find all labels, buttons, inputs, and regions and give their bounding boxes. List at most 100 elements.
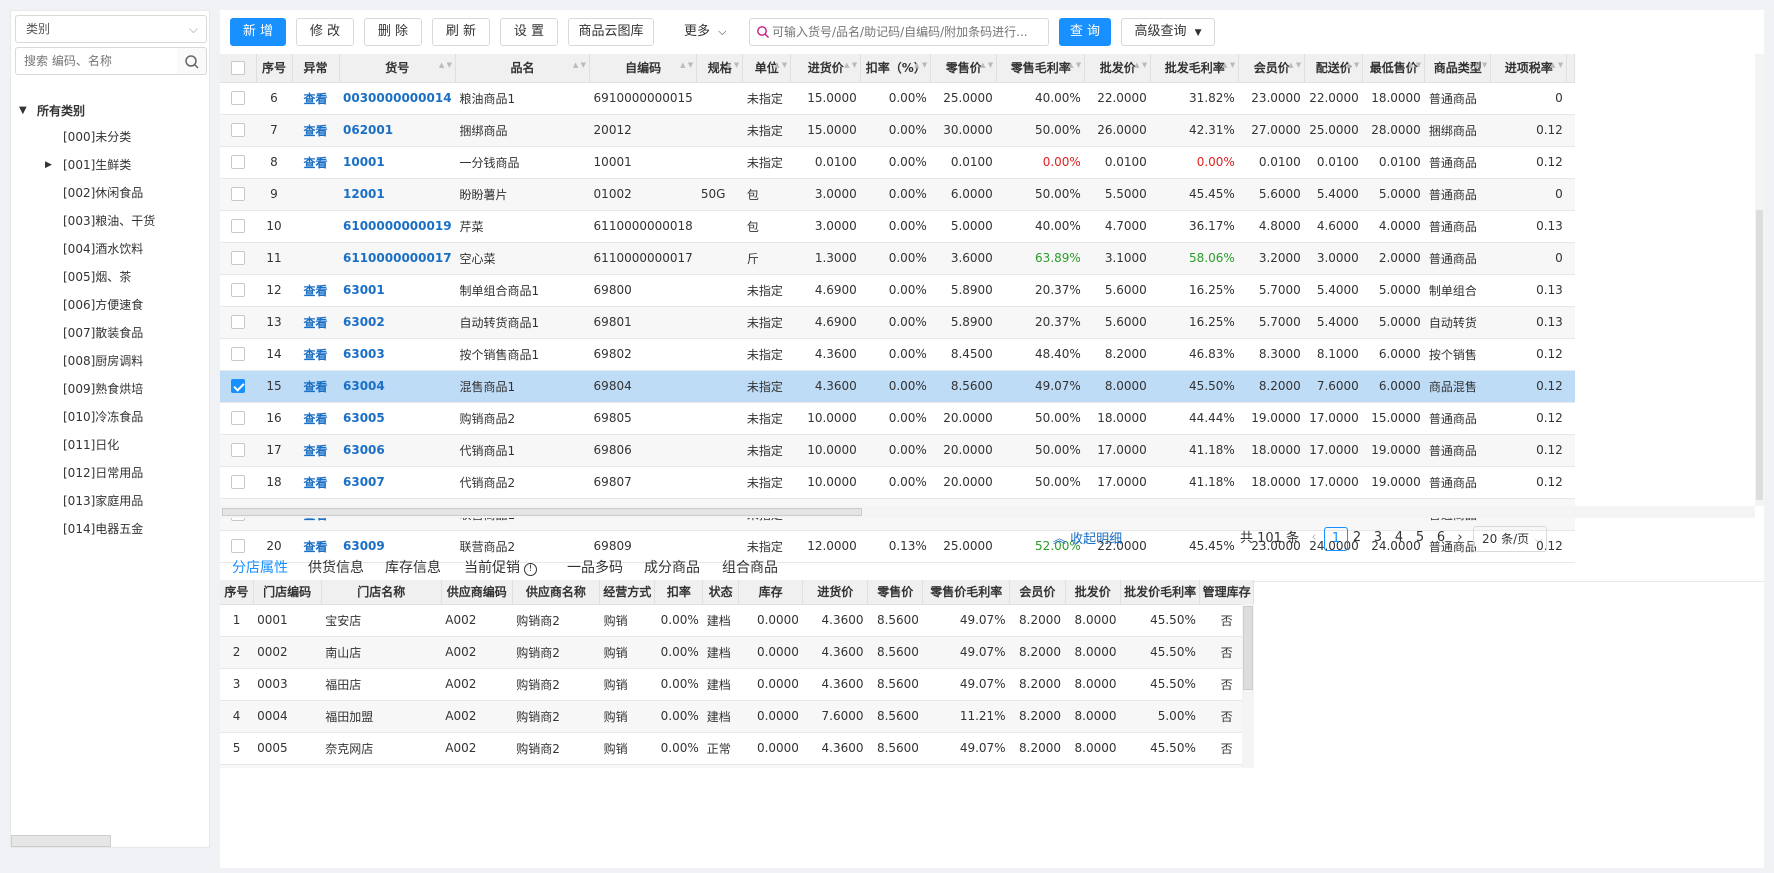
column-header[interactable]: 商品类型 ▲ ▼ [1424,54,1492,83]
category-item[interactable]: ▶ [001]生鲜类 [11,151,211,179]
product-code-link[interactable]: 63002 [339,306,456,339]
table-row[interactable]: 10 6100000000019 芹菜 6110000000018 包 3.0000 0.0… [220,210,1575,243]
view-link[interactable]: 查看 [292,370,339,403]
detail-tab[interactable]: 组合商品 [722,558,778,582]
sort-icon[interactable]: ▲ ▼ [1346,62,1359,69]
detail-row[interactable]: 1 0001 宝安店 A002 购销商2 购销 0.00% 建档 0.0000 4.3600 8.5… [220,604,1254,637]
column-header[interactable]: 零售价 ▲ ▼ [930,54,998,83]
advanced-query-button[interactable]: 高级查询 ▼ [1121,18,1215,46]
view-link[interactable]: 查看 [292,114,339,147]
row-checkbox[interactable] [231,91,245,106]
row-checkbox[interactable] [231,283,245,298]
row-checkbox[interactable] [231,251,245,266]
query-button[interactable]: 查 询 [1059,18,1111,46]
sort-icon[interactable]: ▲ ▼ [1288,62,1301,69]
sort-icon[interactable]: ▲ ▼ [680,62,693,69]
prev-page-icon[interactable]: ‹ [1302,527,1326,551]
product-code-link[interactable]: 63005 [339,402,456,435]
table-row[interactable]: 17 查看 63006 代销商品1 69806 未指定 10.0000 0.00% 20.000… [220,434,1575,467]
detail-row[interactable]: 2 0002 南山店 A002 购销商2 购销 0.00% 建档 0.0000 4.3600 8.5… [220,636,1254,669]
detail-column-header[interactable]: 序号 [220,580,254,605]
category-item[interactable]: [010]冷冻食品 [11,403,211,431]
delete-button[interactable]: 删 除 [364,18,422,46]
sort-icon[interactable]: ▲ ▼ [980,62,993,69]
table-row[interactable]: 14 查看 63003 按个销售商品1 69802 未指定 4.3600 0.00% 8.450… [220,338,1575,371]
category-item[interactable]: [013]家庭用品 [11,487,211,515]
column-header[interactable]: 自编码 ▲ ▼ [589,54,698,83]
edit-button[interactable]: 修 改 [296,18,354,46]
category-search-input[interactable] [15,47,179,75]
table-row[interactable]: 13 查看 63002 自动转货商品1 69801 未指定 4.6900 0.00% 5.890… [220,306,1575,339]
column-header[interactable]: 零售毛利率 ▲ ▼ [996,54,1086,83]
new-button[interactable]: 新 增 [230,18,286,46]
row-checkbox[interactable] [231,347,245,362]
detail-column-header[interactable]: 零售价 [867,580,924,605]
view-link[interactable]: 查看 [292,338,339,371]
detail-row[interactable]: 3 0003 福田店 A002 购销商2 购销 0.00% 建档 0.0000 4.3600 8.5… [220,668,1254,701]
column-header[interactable]: 规格 ▲ ▼ [696,54,744,83]
more-dropdown[interactable]: 更多 ⌵ [684,18,727,46]
category-item[interactable]: [004]酒水饮料 [11,235,211,263]
view-link[interactable]: 查看 [292,434,339,467]
tree-root[interactable]: ▼ 所有类别 [11,99,211,123]
detail-tab[interactable]: 成分商品 [644,558,700,582]
detail-column-header[interactable]: 批发价毛利率 [1120,580,1201,605]
row-checkbox[interactable] [231,315,245,330]
grid-horizontal-scroll-thumb[interactable] [222,508,862,516]
view-link[interactable]: 查看 [292,466,339,499]
column-header[interactable]: 会员价 ▲ ▼ [1238,54,1306,83]
product-code-link[interactable]: 6110000000017 [339,242,456,275]
detail-column-header[interactable]: 状态 [702,580,739,605]
category-search-button[interactable] [177,47,207,75]
table-row[interactable]: 15 查看 63004 混售商品1 69804 未指定 4.3600 0.00% 8.5600 4… [220,370,1575,403]
category-select[interactable]: 类别 ⌵ [15,15,207,43]
collapse-detail-link[interactable]: ︽ 收起明细 [1053,530,1122,550]
sort-icon[interactable]: ▲ ▼ [1408,62,1421,69]
detail-column-header[interactable]: 门店名称 [321,580,442,605]
table-row[interactable]: 18 查看 63007 代销商品2 69807 未指定 10.0000 0.00% 20.000… [220,466,1575,499]
sort-icon[interactable]: ▲ ▼ [1550,62,1563,69]
select-all-checkbox[interactable] [230,61,245,75]
view-link[interactable]: 查看 [292,82,339,115]
product-search-input[interactable] [772,19,1042,45]
category-item[interactable]: [002]休闲食品 [11,179,211,207]
category-item[interactable]: [008]厨房调料 [11,347,211,375]
detail-row[interactable]: 60006红心测试门店A002购销商2购销0.00%正常0.00004.3600… [220,764,1254,768]
detail-tab[interactable]: 当前促销! [464,558,537,582]
detail-vertical-scroll-thumb[interactable] [1243,606,1253,690]
caret-right-icon[interactable]: ▶ [45,151,52,179]
table-row[interactable]: 9 12001 盼盼薯片 01002 50G 包 3.0000 0.00% 6.0000 50.0… [220,178,1575,211]
table-row[interactable]: 12 查看 63001 制单组合商品1 69800 未指定 4.6900 0.00% 5.890… [220,274,1575,307]
category-item[interactable]: [005]烟、茶 [11,263,211,291]
view-link[interactable]: 查看 [292,274,339,307]
detail-tab[interactable]: 供货信息 [308,558,364,582]
column-header[interactable]: 批发毛利率 ▲ ▼ [1150,54,1240,83]
product-code-link[interactable]: 0030000000014 [339,82,456,115]
detail-row[interactable]: 5 0005 奈克网店 A002 购销商2 购销 0.00% 正常 0.0000 4.3600 8.… [220,732,1254,765]
sort-icon[interactable]: ▲ ▼ [774,62,787,69]
info-icon[interactable]: ! [524,563,537,576]
sort-icon[interactable]: ▲ ▼ [844,62,857,69]
product-code-link[interactable]: 12001 [339,178,456,211]
sort-icon[interactable]: ▲ ▼ [1068,62,1081,69]
detail-column-header[interactable]: 会员价 [1009,580,1066,605]
detail-column-header[interactable]: 进货价 [802,580,868,605]
detail-column-header[interactable]: 门店编码 [253,580,322,605]
category-item[interactable]: [003]粮油、干货 [11,207,211,235]
column-header[interactable]: 单位 ▲ ▼ [742,54,792,83]
detail-column-header[interactable]: 零售价毛利率 [922,580,1011,605]
column-header[interactable]: 品名 ▲ ▼ [455,54,591,83]
view-link[interactable]: 查看 [292,306,339,339]
column-header[interactable]: 货号 ▲ ▼ [339,54,457,83]
row-checkbox[interactable] [231,411,245,426]
category-item[interactable]: [006]方便速食 [11,291,211,319]
product-code-link[interactable]: 10001 [339,146,456,179]
column-header[interactable]: 配送价 ▲ ▼ [1304,54,1364,83]
detail-column-header[interactable]: 管理库存 [1199,580,1254,605]
sidebar-horizontal-scrollbar[interactable] [11,835,111,847]
column-header[interactable]: 批发价 ▲ ▼ [1084,54,1152,83]
table-row[interactable]: 7 查看 062001 捆绑商品 20012 未指定 15.0000 0.00% 30.0000… [220,114,1575,147]
detail-column-header[interactable]: 供应商编码 [441,580,513,605]
sort-icon[interactable]: ▲ ▼ [439,62,452,69]
row-checkbox[interactable] [231,187,245,202]
